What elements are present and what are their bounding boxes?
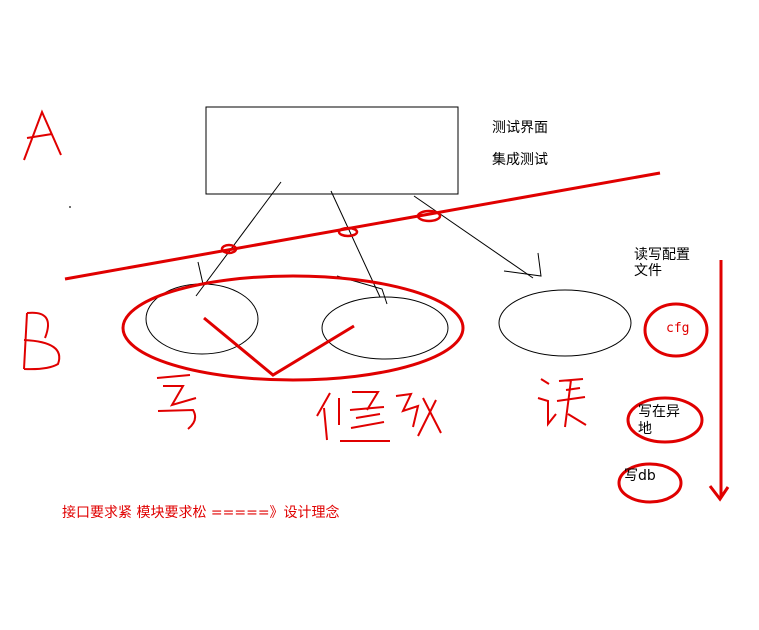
group-v-mark bbox=[203, 316, 355, 377]
module-modify-ellipse bbox=[321, 296, 449, 360]
remote-write-label-line2: 地 bbox=[638, 421, 652, 437]
modify-label: 修改 bbox=[318, 392, 414, 440]
write-label: 写 bbox=[157, 376, 201, 420]
config-arrow-head bbox=[708, 485, 730, 502]
module-read-ellipse bbox=[498, 289, 632, 357]
connector-box-to-read bbox=[413, 195, 534, 279]
design-principle-text: 接口要求紧 模块要求松 =====》设计理念 bbox=[62, 505, 340, 521]
ui-box-label-line1: 测试界面 bbox=[492, 120, 548, 136]
arrowhead-read bbox=[503, 252, 542, 277]
remote-write-label-line1: 写在异 bbox=[638, 404, 680, 420]
layer-a-label: A bbox=[20, 112, 53, 160]
cfg-label: cfg bbox=[666, 321, 690, 336]
layer-b-label: B bbox=[20, 312, 53, 360]
design-sketch-canvas: 测试界面 集成测试 读写配置 文件 cfg 写在异 地 写db 接口要求紧 模块… bbox=[0, 0, 759, 630]
interface-boundary-line bbox=[64, 171, 661, 281]
config-note-line1: 读写配置 bbox=[634, 247, 690, 263]
stray-dot bbox=[69, 206, 71, 208]
sketch-svg bbox=[23, 106, 730, 504]
ui-box-label-line2: 集成测试 bbox=[492, 152, 548, 168]
config-note-line2: 文件 bbox=[634, 263, 662, 279]
db-label: 写db bbox=[624, 468, 656, 484]
interface-point-2 bbox=[337, 226, 359, 238]
test-ui-box bbox=[205, 106, 459, 195]
read-label: 读 bbox=[537, 378, 581, 422]
